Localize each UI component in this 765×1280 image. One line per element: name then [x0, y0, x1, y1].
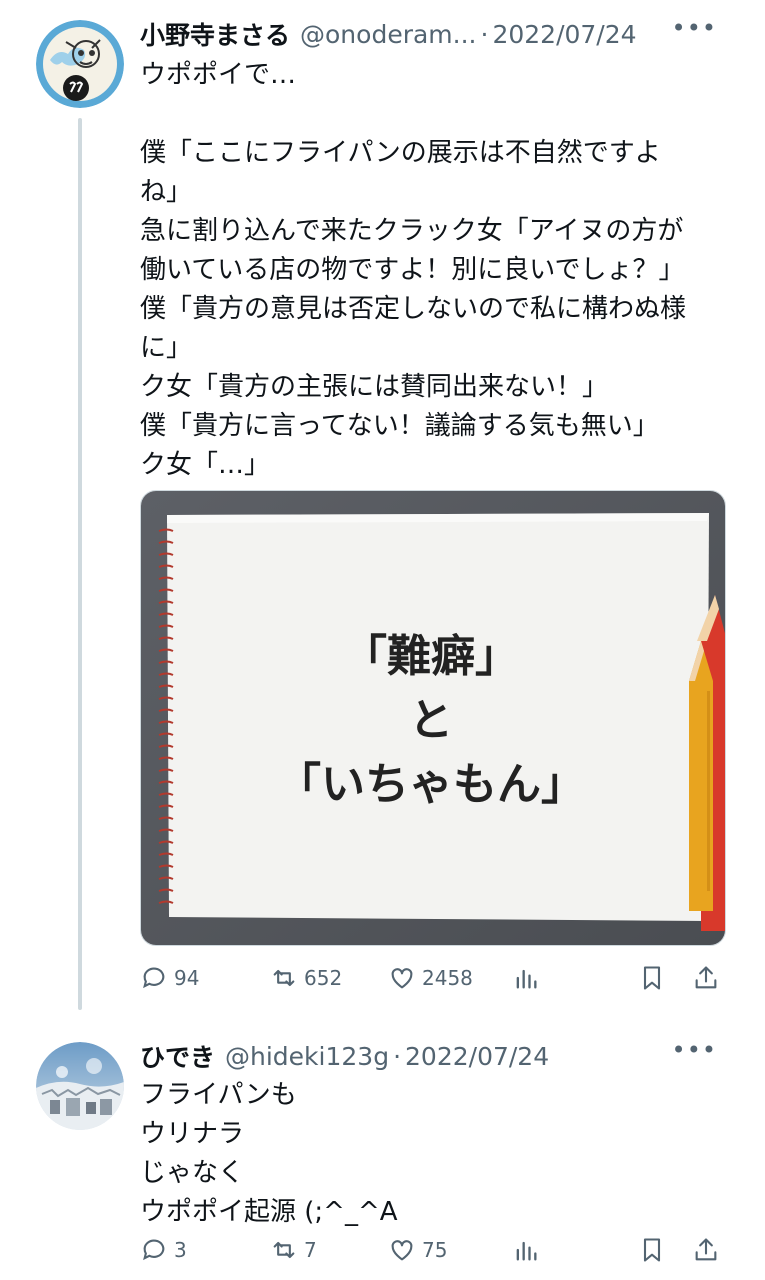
- views-button[interactable]: [512, 1230, 540, 1270]
- author-name[interactable]: ひでき: [140, 1038, 215, 1074]
- tweet-date[interactable]: 2022/07/24: [405, 1042, 549, 1071]
- share-icon: [695, 1238, 717, 1261]
- avatar[interactable]: [36, 20, 124, 108]
- retweet-button[interactable]: 652: [270, 958, 342, 998]
- text-line: ね」: [140, 177, 193, 207]
- like-button[interactable]: 2458: [388, 958, 473, 998]
- more-icon[interactable]: •••: [672, 14, 717, 42]
- reply-count: 3: [174, 1238, 187, 1262]
- author-name[interactable]: 小野寺まさる: [140, 16, 290, 52]
- tweet-header: ひでき @hideki123g · 2022/07/24 •••: [140, 1036, 745, 1076]
- reply-button[interactable]: 94: [140, 958, 199, 998]
- text-line: 僕「ここにフライパンの展示は不自然ですよ: [140, 138, 661, 168]
- text-line: 働いている店の物ですよ！別に良いでしょ？」: [140, 255, 685, 285]
- image-text-line3: 「いちゃもん」: [277, 759, 585, 810]
- share-icon: [695, 966, 717, 989]
- tweet-text: ウポポイで… 僕「ここにフライパンの展示は不自然ですよ ね」 急に割り込んで来た…: [140, 56, 740, 485]
- image-text-line1: 「難癖」: [343, 631, 519, 682]
- reply-button[interactable]: 3: [140, 1230, 187, 1270]
- text-line: 急に割り込んで来たクラック女「アイヌの方が: [140, 216, 684, 246]
- text-line: ク女「貴方の主張には賛同出来ない！」: [140, 372, 609, 402]
- reply-icon: [143, 967, 165, 989]
- like-icon: [391, 1240, 413, 1261]
- separator: ·: [393, 1041, 402, 1071]
- text-line: じゃなく: [140, 1158, 245, 1188]
- text-line: ウポポイで…: [140, 60, 297, 90]
- views-icon: [516, 1241, 537, 1261]
- action-bar: 94 652 2458: [140, 958, 730, 998]
- image-text-line2: と: [409, 695, 453, 746]
- avatar[interactable]: [36, 1042, 124, 1130]
- tweet-image[interactable]: 「難癖」 と 「いちゃもん」: [140, 490, 726, 946]
- bookmark-button[interactable]: [638, 958, 666, 998]
- text-line: ク女「…」: [140, 450, 271, 480]
- like-button[interactable]: 75: [388, 1230, 447, 1270]
- tweet-text: フライパンも ウリナラ じゃなく ウポポイ起源 (;^_^A: [140, 1076, 740, 1232]
- like-count: 75: [422, 1238, 448, 1262]
- text-line: [140, 95, 740, 134]
- reply-icon: [143, 1239, 165, 1261]
- text-line: 僕「貴方の意見は否定しないので私に構わぬ様: [140, 294, 687, 324]
- like-icon: [391, 968, 413, 989]
- views-icon: [516, 969, 537, 989]
- thread-line: [78, 118, 82, 1010]
- bookmark-icon: [643, 966, 661, 990]
- share-button[interactable]: [692, 1230, 720, 1270]
- text-line: ウポポイ起源 (;^_^A: [140, 1197, 398, 1227]
- like-count: 2458: [422, 966, 473, 990]
- retweet-icon: [273, 969, 295, 987]
- more-icon[interactable]: •••: [672, 1036, 717, 1064]
- author-handle[interactable]: @onoderam...: [300, 20, 476, 49]
- reply-count: 94: [174, 966, 200, 990]
- text-line: ウリナラ: [140, 1119, 245, 1149]
- action-bar: 3 7 75: [140, 1230, 730, 1270]
- views-button[interactable]: [512, 958, 540, 998]
- tweet-date[interactable]: 2022/07/24: [492, 20, 636, 49]
- bookmark-icon: [643, 1238, 661, 1262]
- text-line: に」: [140, 333, 193, 363]
- retweet-count: 652: [304, 966, 343, 990]
- text-line: フライパンも: [140, 1080, 297, 1110]
- share-button[interactable]: [692, 958, 720, 998]
- tweet-2[interactable]: ひでき @hideki123g · 2022/07/24 ••• フライパンも …: [0, 1010, 765, 1280]
- retweet-icon: [273, 1241, 295, 1259]
- tweet-header: 小野寺まさる @onoderam... · 2022/07/24 •••: [140, 14, 745, 54]
- retweet-button[interactable]: 7: [270, 1230, 317, 1270]
- text-line: 僕「貴方に言ってない！議論する気も無い」: [140, 411, 659, 441]
- sketchbook-illustration: 「難癖」 と 「いちゃもん」: [141, 491, 725, 945]
- author-handle[interactable]: @hideki123g: [225, 1042, 389, 1071]
- bookmark-button[interactable]: [638, 1230, 666, 1270]
- retweet-count: 7: [304, 1238, 317, 1262]
- separator: ·: [480, 19, 489, 49]
- tweet-1[interactable]: 小野寺まさる @onoderam... · 2022/07/24 ••• ウポポ…: [0, 0, 765, 1010]
